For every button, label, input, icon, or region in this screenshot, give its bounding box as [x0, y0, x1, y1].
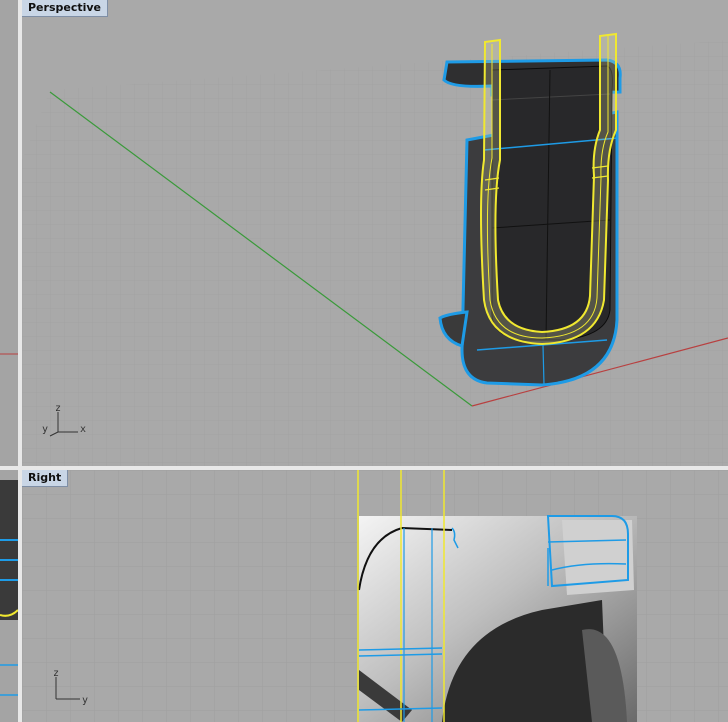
perspective-viewport[interactable]: Perspective z x y — [22, 0, 728, 466]
axis-label-y: y — [82, 695, 88, 706]
axis-label-x: x — [80, 424, 86, 435]
right-scene: z y — [22, 470, 728, 722]
perspective-ground-grid — [22, 40, 728, 466]
axis-label-y: y — [42, 424, 48, 435]
right-viewport-label[interactable]: Right — [22, 470, 69, 487]
axis-label-z: z — [53, 668, 59, 679]
left-strip-model — [0, 470, 18, 722]
perspective-viewport-label[interactable]: Perspective — [22, 0, 109, 17]
left-strip-grid — [0, 353, 18, 355]
axis-label-z: z — [55, 403, 61, 414]
right-viewport[interactable]: Right z y — [22, 470, 728, 722]
clip-model — [438, 32, 622, 387]
perspective-scene: z x y — [22, 32, 728, 466]
left-viewport-strip-bottom[interactable] — [0, 470, 18, 722]
left-viewport-strip-top[interactable] — [0, 0, 18, 466]
